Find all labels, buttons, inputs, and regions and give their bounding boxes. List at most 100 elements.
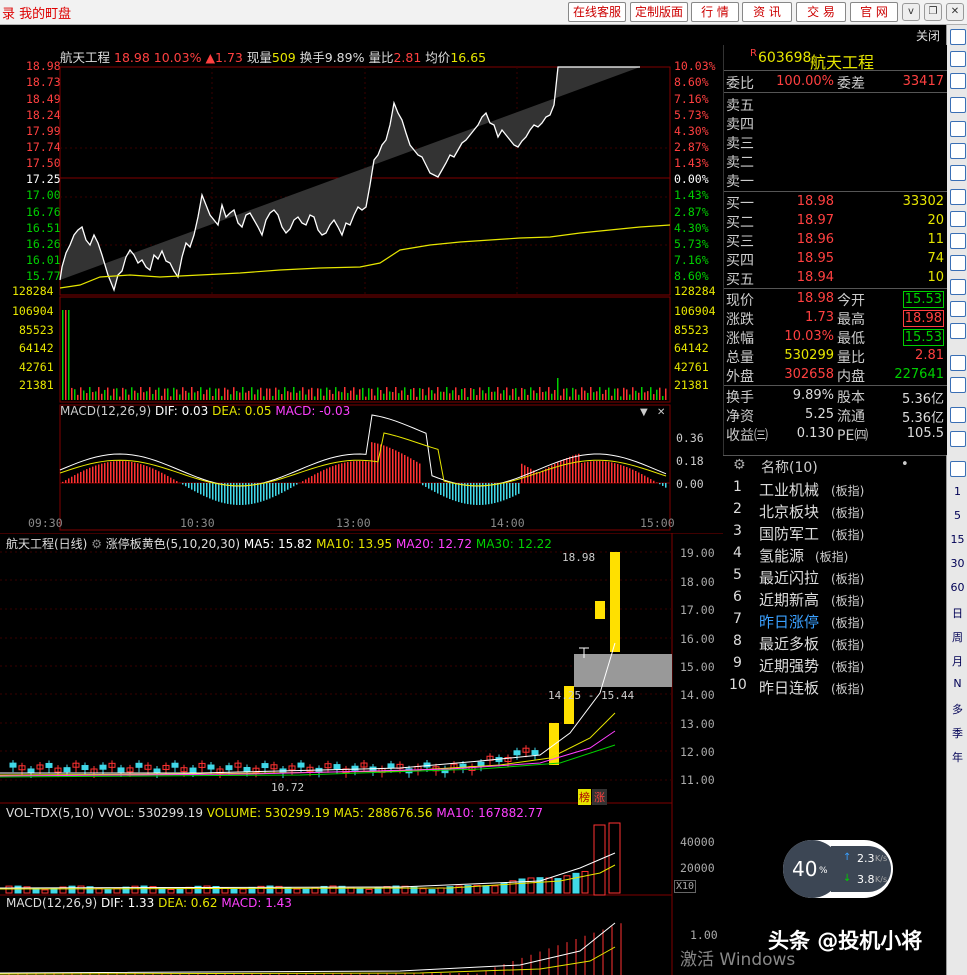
period-week[interactable]: 周 — [949, 629, 966, 645]
macd-bar — [389, 447, 391, 483]
copy-icon[interactable] — [950, 461, 966, 477]
doc-icon[interactable] — [950, 121, 966, 137]
macd-bar — [308, 477, 310, 483]
sector-header[interactable]: 名称(10) — [761, 457, 818, 477]
daily-tick: 18.00 — [680, 575, 715, 589]
macd-bar — [341, 463, 343, 483]
volume-bar — [518, 396, 520, 400]
circle-icon[interactable] — [950, 323, 966, 339]
fund-label: 净资 — [726, 409, 754, 425]
period-60min[interactable]: 60 — [949, 581, 966, 594]
volume-bar — [656, 389, 658, 400]
volume-bar — [515, 388, 517, 400]
volume-bar — [125, 389, 127, 400]
close-icon[interactable]: ✕ — [946, 3, 964, 21]
dif-line — [0, 922, 616, 974]
volume-bar — [491, 391, 493, 400]
network-speed-widget[interactable]: 40 % ↑ 2.3 K/s ↓ 3.8 K/s — [783, 840, 893, 898]
calendar-icon[interactable] — [950, 255, 966, 271]
period-1min[interactable]: 1 — [949, 485, 966, 498]
sector-name: 工业机械 — [759, 481, 820, 499]
period-15min[interactable]: 15 — [949, 533, 966, 546]
macd-bar — [626, 467, 628, 483]
macd-bar — [158, 471, 160, 483]
macd-bar — [572, 455, 574, 483]
period-multi[interactable]: 多 — [949, 701, 966, 717]
back-arrow-icon[interactable] — [950, 29, 966, 45]
period-5min[interactable]: 5 — [949, 509, 966, 522]
line-chart-icon[interactable] — [950, 143, 966, 159]
candle-body — [99, 764, 107, 770]
list-item[interactable]: 10 昨日连板 (板指) — [723, 677, 946, 699]
official-site-button[interactable]: 官 网 — [850, 2, 898, 22]
stat-value: 302658 — [784, 367, 834, 382]
table-icon[interactable] — [950, 233, 966, 249]
pen-icon[interactable] — [950, 431, 966, 447]
fiz-icon[interactable] — [950, 279, 966, 295]
volume-bar — [176, 888, 184, 894]
dif-value: DIF: 1.33 — [100, 896, 155, 910]
list-item[interactable]: 6 近期新高 (板指) — [723, 589, 946, 611]
period-30min[interactable]: 30 — [949, 557, 966, 570]
rate-unit: K/s — [875, 854, 888, 863]
menu2-icon[interactable] — [950, 377, 966, 393]
period-n[interactable]: N — [949, 677, 966, 690]
weicha-label: 委差 — [837, 76, 865, 92]
volume-bar — [626, 389, 628, 400]
list-item[interactable]: 2 北京板块 (板指) — [723, 501, 946, 523]
export-icon[interactable] — [950, 407, 966, 423]
online-service-button[interactable]: 在线客服 — [568, 2, 626, 22]
period-season[interactable]: 季 — [949, 725, 966, 741]
restore-icon[interactable]: ❐ — [924, 3, 942, 21]
app-title: 录 我的町盘 — [2, 7, 72, 22]
dea-line — [0, 946, 616, 975]
list-item[interactable]: 5 最近闪拉 (板指) — [723, 567, 946, 589]
volume-bar — [491, 885, 499, 894]
up-arrow-icon[interactable] — [950, 51, 966, 67]
macd-bar — [146, 466, 148, 483]
volume-bar — [365, 396, 367, 400]
list-item[interactable]: 8 最近多板 (板指) — [723, 633, 946, 655]
fn-icon[interactable] — [950, 211, 966, 227]
news-button[interactable]: 资 讯 — [742, 2, 792, 22]
close-panel-button[interactable]: 关闭 — [916, 27, 940, 44]
volume-bar — [218, 388, 220, 400]
macd-bar — [287, 483, 289, 490]
volume-bar — [182, 387, 184, 400]
bid-volume: 74 — [927, 251, 944, 266]
macd-bar — [464, 483, 466, 504]
volume-bar — [188, 392, 190, 400]
list-item[interactable]: 9 近期强势 (板指) — [723, 655, 946, 677]
list-item[interactable]: 1 工业机械 (板指) — [723, 479, 946, 501]
grid-icon[interactable] — [950, 97, 966, 113]
volume-bar — [614, 388, 616, 400]
list-item[interactable]: 7 昨日涨停 (板指) — [723, 611, 946, 633]
volume-bar — [416, 396, 418, 400]
trade-button[interactable]: 交 易 — [796, 2, 846, 22]
formula-icon[interactable] — [950, 301, 966, 317]
candle-icon[interactable] — [950, 165, 966, 181]
period-year[interactable]: 年 — [949, 749, 966, 765]
macd-bar — [509, 483, 511, 499]
macd-bar — [359, 461, 361, 483]
list-item[interactable]: 3 国防军工 (板指) — [723, 523, 946, 545]
menu-icon[interactable] — [950, 355, 966, 371]
list-icon[interactable] — [950, 189, 966, 205]
macd-bar — [455, 483, 457, 502]
period-day[interactable]: 日 — [949, 605, 966, 621]
quotes-button[interactable]: 行 情 — [691, 2, 739, 22]
volume-bar — [194, 392, 196, 400]
macd-bar — [500, 483, 502, 502]
macd-bar — [491, 483, 493, 504]
limit-up-badge: 涨 — [592, 789, 607, 805]
dropdown-icon[interactable]: v — [902, 3, 920, 21]
gear-icon[interactable]: ⚙ — [733, 457, 746, 473]
custom-layout-button[interactable]: 定制版面 — [630, 2, 688, 22]
candle-body — [81, 765, 89, 771]
macd-bar — [170, 477, 172, 483]
macd-bar — [257, 483, 259, 503]
down-arrow-icon[interactable] — [950, 73, 966, 89]
list-item[interactable]: 4 氢能源 (板指) — [723, 545, 946, 567]
vol-unit: X10 — [674, 880, 697, 893]
period-month[interactable]: 月 — [949, 653, 966, 669]
